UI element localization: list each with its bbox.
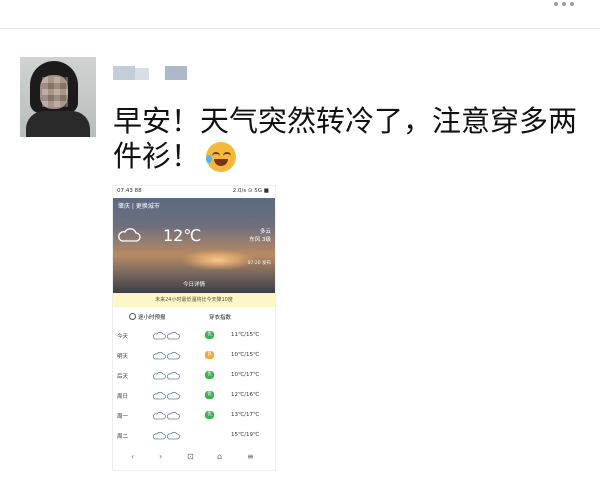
temperature-range: 15℃/19℃ bbox=[231, 432, 260, 438]
forecast-row[interactable]: 周日 优 12℃/16℃ bbox=[113, 387, 275, 405]
forecast-row[interactable]: 后天 优 10℃/17℃ bbox=[113, 367, 275, 385]
temperature-range: 10℃/17℃ bbox=[231, 372, 260, 378]
status-bar: 07:43 88 2.0/s ⊙ 5G ■ bbox=[113, 186, 275, 198]
location-label: 肇庆 | 更换城市 bbox=[118, 203, 160, 210]
more-options-icon[interactable] bbox=[550, 0, 580, 10]
today-details-link[interactable]: 今日详情 bbox=[113, 280, 275, 288]
cloud-rain-icon bbox=[153, 351, 180, 360]
cloud-rain-icon bbox=[153, 391, 180, 400]
aqi-badge: 优 bbox=[205, 391, 214, 399]
tab-dressing-label: 穿衣指数 bbox=[209, 315, 232, 321]
forecast-row[interactable]: 今天 优 11℃/15℃ bbox=[113, 327, 275, 345]
post-text-content: 早安！天气突然转冷了，注意穿多两件衫！ bbox=[113, 104, 578, 173]
forecast-day: 周二 bbox=[117, 434, 129, 440]
username-blurred[interactable] bbox=[113, 66, 203, 80]
menu-icon[interactable]: ≡ bbox=[247, 452, 254, 461]
status-icons: 2.0/s ⊙ 5G ■ bbox=[232, 188, 269, 194]
condition-label: 多云 bbox=[259, 229, 271, 235]
temperature-range: 12℃/16℃ bbox=[231, 392, 260, 398]
temperature-drop-notice: 未来24小时最低温将比今天降10度 bbox=[113, 293, 275, 307]
cloudy-icon bbox=[118, 228, 141, 242]
forecast-day: 今天 bbox=[117, 334, 129, 340]
update-time: 07:20 发布 bbox=[247, 261, 271, 266]
weather-screenshot-image[interactable]: 07:43 88 2.0/s ⊙ 5G ■ 肇庆 | 更换城市 12℃ 多云 东… bbox=[113, 186, 275, 470]
tab-dressing-index[interactable]: 穿衣指数 bbox=[209, 313, 231, 321]
weather-condition: 多云 东风 3级 bbox=[249, 228, 271, 244]
weather-hero: 肇庆 | 更换城市 12℃ 多云 东风 3级 07:20 发布 今日详情 bbox=[113, 198, 275, 293]
home-icon[interactable]: ⌂ bbox=[217, 452, 222, 461]
divider bbox=[0, 28, 600, 29]
aqi-badge: 优 bbox=[205, 411, 214, 419]
temperature-range: 11℃/15℃ bbox=[231, 332, 260, 338]
forecast-row[interactable]: 周二 15℃/19℃ bbox=[113, 427, 275, 445]
clock-icon bbox=[129, 313, 136, 320]
tab-hourly-label: 逐小时预报 bbox=[138, 315, 166, 321]
wind-label: 东风 3级 bbox=[249, 237, 271, 243]
forward-icon[interactable]: › bbox=[159, 452, 162, 461]
aqi-badge: 优 bbox=[205, 371, 214, 379]
cloud-rain-icon bbox=[153, 411, 180, 420]
forecast-day: 周一 bbox=[117, 414, 129, 420]
temperature-range: 10℃/15℃ bbox=[231, 352, 260, 358]
cloud-rain-icon bbox=[153, 371, 180, 380]
forecast-day: 周日 bbox=[117, 394, 129, 400]
cloud-rain-icon bbox=[153, 431, 180, 440]
forecast-day: 后天 bbox=[117, 374, 129, 380]
forecast-row[interactable]: 周一 优 13℃/17℃ bbox=[113, 407, 275, 425]
phone-nav-bar: ‹ › ⊡ ⌂ ≡ bbox=[113, 450, 275, 466]
forecast-tabs: 逐小时预报 穿衣指数 bbox=[113, 311, 275, 325]
status-time: 07:43 88 bbox=[117, 188, 142, 194]
back-icon[interactable]: ‹ bbox=[131, 452, 134, 461]
tabs-icon[interactable]: ⊡ bbox=[187, 452, 194, 461]
forecast-day: 明天 bbox=[117, 354, 129, 360]
temperature-range: 13℃/17℃ bbox=[231, 412, 260, 418]
forecast-row[interactable]: 明天 良 10℃/15℃ bbox=[113, 347, 275, 365]
avatar[interactable] bbox=[20, 57, 96, 137]
current-temperature: 12℃ bbox=[163, 226, 202, 245]
aqi-badge: 优 bbox=[205, 331, 214, 339]
face-with-tears-of-joy-icon bbox=[206, 142, 237, 172]
tab-hourly-forecast[interactable]: 逐小时预报 bbox=[129, 313, 166, 321]
cloud-rain-icon bbox=[153, 331, 180, 340]
post-text: 早安！天气突然转冷了，注意穿多两件衫！ bbox=[113, 104, 583, 174]
aqi-badge: 良 bbox=[205, 351, 214, 359]
